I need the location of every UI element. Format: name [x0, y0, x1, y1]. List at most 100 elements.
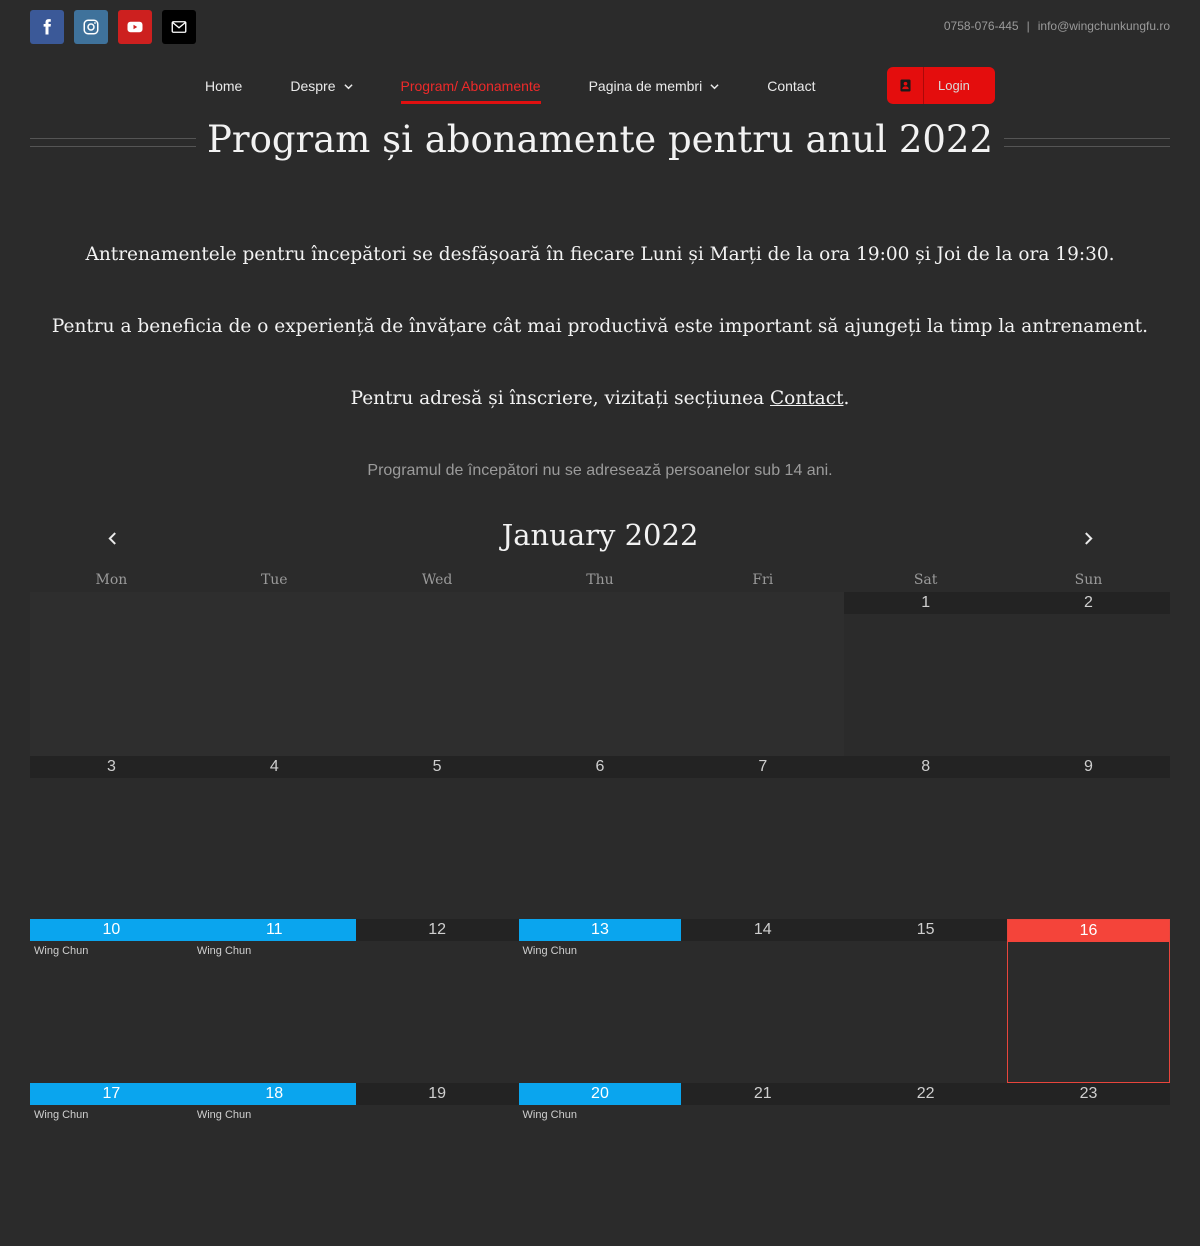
calendar-week: 10Wing Chun11Wing Chun1213Wing Chun14151… — [30, 919, 1170, 1083]
nav-despre[interactable]: Despre — [290, 72, 352, 94]
calendar-day-cell[interactable]: 2 — [1007, 592, 1170, 756]
instagram-icon[interactable] — [74, 10, 108, 44]
nav-contact[interactable]: Contact — [767, 72, 815, 94]
nav-program-label: Program/ Abonamente — [401, 78, 541, 94]
day-number: 12 — [356, 919, 519, 941]
social-links — [30, 10, 196, 44]
nav-program[interactable]: Program/ Abonamente — [401, 72, 541, 94]
calendar-week: 3456789 — [30, 756, 1170, 920]
nav-membri[interactable]: Pagina de membri — [589, 72, 720, 94]
nav-contact-label: Contact — [767, 78, 815, 94]
day-number: 16 — [1008, 920, 1169, 942]
event-label[interactable]: Wing Chun — [30, 941, 193, 957]
contact-text-end: . — [844, 388, 850, 409]
nav-home-label: Home — [205, 78, 242, 94]
day-number: 21 — [681, 1083, 844, 1105]
weekday-label: Sat — [844, 572, 1007, 588]
calendar-empty-cell — [519, 592, 682, 756]
calendar-day-cell[interactable]: 7 — [681, 756, 844, 920]
calendar-day-cell[interactable]: 18Wing Chun — [193, 1083, 356, 1246]
calendar-day-cell[interactable]: 8 — [844, 756, 1007, 920]
nav-membri-label: Pagina de membri — [589, 78, 703, 94]
day-number: 9 — [1007, 756, 1170, 778]
calendar-week: 17Wing Chun18Wing Chun1920Wing Chun21222… — [30, 1083, 1170, 1246]
day-number: 2 — [1007, 592, 1170, 614]
calendar-day-cell[interactable]: 12 — [356, 919, 519, 1083]
day-number: 1 — [844, 592, 1007, 614]
day-number: 23 — [1007, 1083, 1170, 1105]
calendar-day-cell[interactable]: 1 — [844, 592, 1007, 756]
calendar-day-cell[interactable]: 5 — [356, 756, 519, 920]
contact-separator: | — [1027, 19, 1030, 33]
day-number: 18 — [193, 1083, 356, 1105]
calendar-day-cell[interactable]: 21 — [681, 1083, 844, 1246]
weekday-label: Fri — [681, 572, 844, 588]
calendar-empty-cell — [356, 592, 519, 756]
event-label[interactable]: Wing Chun — [519, 1105, 682, 1121]
calendar-day-cell[interactable]: 23 — [1007, 1083, 1170, 1246]
weekday-label: Thu — [519, 572, 682, 588]
calendar-grid: 12345678910Wing Chun11Wing Chun1213Wing … — [30, 592, 1170, 1246]
day-number: 14 — [681, 919, 844, 941]
day-number: 5 — [356, 756, 519, 778]
calendar-week: 12 — [30, 592, 1170, 756]
email-icon[interactable] — [162, 10, 196, 44]
youtube-icon[interactable] — [118, 10, 152, 44]
intro-paragraph-1: Antrenamentele pentru începători se desf… — [0, 244, 1200, 265]
calendar-empty-cell — [193, 592, 356, 756]
calendar-day-cell[interactable]: 3 — [30, 756, 193, 920]
calendar-day-cell[interactable]: 11Wing Chun — [193, 919, 356, 1083]
calendar-weekdays: Mon Tue Wed Thu Fri Sat Sun — [30, 572, 1170, 588]
day-number: 3 — [30, 756, 193, 778]
calendar-day-cell[interactable]: 19 — [356, 1083, 519, 1246]
day-number: 11 — [193, 919, 356, 941]
intro-paragraph-3: Pentru adresă și înscriere, vizitați sec… — [0, 388, 1200, 409]
email-link[interactable]: info@wingchunkungfu.ro — [1038, 19, 1170, 33]
day-number: 8 — [844, 756, 1007, 778]
day-number: 6 — [519, 756, 682, 778]
calendar-day-cell[interactable]: 10Wing Chun — [30, 919, 193, 1083]
event-label[interactable]: Wing Chun — [30, 1105, 193, 1121]
weekday-label: Mon — [30, 572, 193, 588]
calendar-day-cell[interactable]: 14 — [681, 919, 844, 1083]
nav-despre-label: Despre — [290, 78, 335, 94]
day-number: 20 — [519, 1083, 682, 1105]
event-label[interactable]: Wing Chun — [519, 941, 682, 957]
calendar-empty-cell — [681, 592, 844, 756]
weekday-label: Sun — [1007, 572, 1170, 588]
calendar-day-cell[interactable]: 9 — [1007, 756, 1170, 920]
day-number: 19 — [356, 1083, 519, 1105]
calendar-day-cell[interactable]: 4 — [193, 756, 356, 920]
day-number: 10 — [30, 919, 193, 941]
day-number: 17 — [30, 1083, 193, 1105]
nav-home[interactable]: Home — [205, 72, 242, 94]
page-title: Program și abonamente pentru anul 2022 — [0, 118, 1200, 161]
calendar-day-cell[interactable]: 15 — [844, 919, 1007, 1083]
day-number: 22 — [844, 1083, 1007, 1105]
calendar-day-cell[interactable]: 20Wing Chun — [519, 1083, 682, 1246]
phone-link[interactable]: 0758-076-445 — [944, 19, 1019, 33]
calendar-day-cell[interactable]: 13Wing Chun — [519, 919, 682, 1083]
calendar-empty-cell — [30, 592, 193, 756]
weekday-label: Wed — [356, 572, 519, 588]
event-label[interactable]: Wing Chun — [193, 1105, 356, 1121]
calendar-day-cell[interactable]: 6 — [519, 756, 682, 920]
weekday-label: Tue — [193, 572, 356, 588]
calendar-day-cell[interactable]: 16 — [1007, 919, 1170, 1083]
day-number: 13 — [519, 919, 682, 941]
day-number: 15 — [844, 919, 1007, 941]
age-note: Programul de începători nu se adresează … — [0, 462, 1200, 480]
calendar-day-cell[interactable]: 17Wing Chun — [30, 1083, 193, 1246]
login-button[interactable]: Login — [887, 67, 995, 104]
facebook-icon[interactable] — [30, 10, 64, 44]
top-contact: 0758-076-445 | info@wingchunkungfu.ro — [944, 19, 1170, 33]
calendar-day-cell[interactable]: 22 — [844, 1083, 1007, 1246]
contact-link[interactable]: Contact — [770, 388, 843, 409]
event-label[interactable]: Wing Chun — [193, 941, 356, 957]
contact-text: Pentru adresă și înscriere, vizitați sec… — [351, 388, 770, 409]
main-nav: Home Despre Program/ Abonamente Pagina d… — [205, 72, 863, 104]
chevron-down-icon — [710, 82, 719, 91]
day-number: 7 — [681, 756, 844, 778]
intro-paragraph-2: Pentru a beneficia de o experiență de în… — [0, 316, 1200, 337]
login-label: Login — [924, 78, 970, 93]
